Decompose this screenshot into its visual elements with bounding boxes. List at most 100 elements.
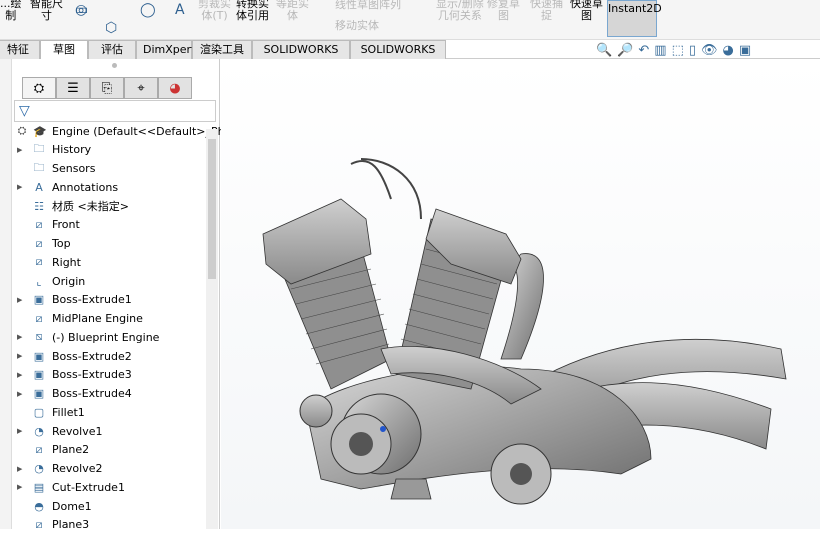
expand-icon[interactable]: ▶ — [17, 183, 22, 191]
expand-icon[interactable]: ▶ — [17, 296, 22, 304]
tree-item-label: Origin — [52, 274, 86, 288]
configuration-manager-icon: ⎘ — [101, 80, 113, 96]
tree-item-label: Right — [52, 255, 81, 269]
fm-tab[interactable]: ⌖ — [124, 77, 158, 99]
circle-icon[interactable]: ◯ — [140, 2, 156, 18]
tree-item-label: Dome1 — [52, 499, 92, 513]
previous-view-icon[interactable]: ↶ — [638, 43, 649, 58]
section-view-icon[interactable]: ▥ — [654, 43, 666, 58]
tree-scrollbar[interactable] — [206, 129, 218, 529]
heads-up-view-toolbar: 🔍 🔎 ↶ ▥ ⬚ ▯ 👁 ◕ ▣ — [596, 43, 751, 58]
display-manager-icon: ◕ — [169, 80, 181, 96]
tree-item-label: 材质 <未指定> — [52, 200, 129, 213]
ribbon-button[interactable]: 智能尺 寸 — [30, 0, 63, 22]
zoom-to-fit-icon[interactable]: 🔍 — [596, 43, 612, 58]
ribbon-button[interactable]: 显示/删除 几何关系 — [436, 0, 484, 22]
expand-icon[interactable]: ▶ — [17, 483, 22, 491]
filter-icon: ▽ — [19, 103, 30, 119]
fm-tab[interactable]: ◕ — [158, 77, 192, 99]
tree-item-label: Sensors — [52, 162, 96, 175]
sketch-icon: ⧅ — [35, 330, 43, 344]
ribbon-button[interactable]: 修复草 图 — [487, 0, 520, 22]
expand-icon[interactable]: ▶ — [17, 352, 22, 360]
tree-item-label: Plane3 — [52, 518, 90, 532]
polygon-icon[interactable]: ⬡ — [105, 20, 117, 36]
ribbon-button[interactable]: 快速草 图 — [570, 0, 603, 22]
ribbon-button[interactable]: 快速捕 捉 — [530, 0, 563, 22]
plane-icon: ⧄ — [35, 255, 43, 269]
expand-icon[interactable]: ▶ — [17, 465, 22, 473]
plane-icon: ⧄ — [35, 517, 43, 531]
tab-3[interactable]: DimXpert — [136, 40, 195, 59]
origin-icon: ⌞ — [36, 274, 42, 288]
fillet-icon: ▢ — [33, 405, 45, 419]
extrude-icon: ▣ — [33, 368, 45, 382]
panel-grip[interactable] — [112, 63, 117, 68]
expand-icon[interactable]: ▶ — [17, 146, 22, 154]
expand-icon[interactable]: ▶ — [17, 427, 22, 435]
extrude-icon: ▣ — [33, 293, 45, 307]
ribbon-button[interactable]: 剪裁实 体(T) — [198, 0, 231, 22]
graphics-area[interactable] — [221, 59, 820, 529]
hide-show-icon[interactable]: 👁 — [701, 43, 718, 58]
dome-icon: ◓ — [34, 499, 44, 513]
sensors-folder-icon: 🗀 — [33, 161, 45, 174]
material-icon: ☷ — [34, 199, 44, 213]
expand-icon[interactable]: ▶ — [17, 390, 22, 398]
tree-item-label: History — [52, 143, 92, 157]
root-label: Engine (Default<<Default>_Ph — [52, 124, 225, 138]
tree-item-label: Fillet1 — [52, 405, 85, 419]
appearance-icon[interactable]: ◕ — [723, 43, 734, 58]
revolve-icon: ◔ — [34, 462, 44, 475]
scene-icon[interactable]: ▣ — [739, 43, 751, 58]
fm-tab[interactable]: ⎘ — [90, 77, 124, 99]
expand-icon[interactable]: ▶ — [17, 333, 22, 341]
display-state-icon: 🎓 — [33, 124, 47, 138]
feature-manager-tabs: ⛭ ☰ ⎘ ⌖ ◕ — [22, 77, 192, 99]
ribbon-button[interactable]: 转换实 体引用 — [236, 0, 269, 22]
plane-icon: ⧄ — [35, 442, 43, 456]
ribbon-button[interactable]: 移动实体 — [335, 20, 379, 32]
tree-item-label: Annotations — [52, 180, 119, 194]
scrollbar-thumb[interactable] — [208, 139, 216, 279]
plane-icon: ⧄ — [35, 217, 43, 231]
command-manager-ribbon: ...绘 制智能尺 寸 剪裁实 体(T) 转换实 体引用 等距实 体 线性草图阵列 移动实… — [0, 0, 820, 40]
tree-item-label: Boss-Extrude2 — [52, 349, 132, 363]
left-task-strip — [0, 59, 12, 529]
ribbon-button[interactable]: 线性草图阵列 — [335, 0, 401, 11]
engine-model — [262, 158, 787, 505]
display-style-icon[interactable]: ▯ — [689, 43, 696, 58]
extrude-icon: ▣ — [33, 349, 45, 363]
text-icon[interactable]: A — [175, 2, 185, 18]
tree-item-label: Boss-Extrude4 — [52, 387, 132, 400]
expand-icon[interactable]: ▶ — [17, 371, 22, 379]
instant2d-button[interactable]: Instant2D — [607, 0, 662, 37]
tab-5[interactable]: SOLIDWORKS 插件 — [252, 40, 350, 74]
slot-icon[interactable]: ◎ — [75, 2, 87, 18]
extrude-icon: ▣ — [33, 387, 45, 400]
fm-tab[interactable]: ☰ — [56, 77, 90, 99]
view-orientation-icon[interactable]: ⬚ — [672, 43, 684, 58]
history-folder-icon: 🗀 — [33, 142, 45, 156]
tree-item-label: Boss-Extrude3 — [52, 368, 132, 382]
tab-2[interactable]: 评估 — [88, 40, 136, 59]
dimxpert-icon: ⌖ — [137, 80, 145, 96]
tab-6[interactable]: SOLIDWORKS MBD — [350, 40, 446, 74]
annotations-folder-icon: A — [35, 180, 43, 194]
tree-item-label: Plane2 — [52, 443, 90, 457]
tab-4[interactable]: 渲染工具 — [192, 40, 252, 59]
tab-0[interactable]: 特征 — [0, 40, 40, 59]
tab-1[interactable]: 草图 — [40, 40, 88, 59]
plane-icon: ⧄ — [35, 311, 43, 325]
cut-extrude-icon: ▤ — [33, 480, 45, 494]
fm-tab[interactable]: ⛭ — [22, 77, 56, 99]
zoom-area-icon[interactable]: 🔎 — [617, 43, 633, 58]
filter-box[interactable]: ▽ — [14, 100, 216, 122]
ribbon-button[interactable]: 等距实 体 — [276, 0, 309, 22]
tree-item-label: Revolve2 — [52, 462, 103, 475]
tree-item-label: MidPlane Engine — [52, 312, 143, 325]
ribbon-button[interactable]: ...绘 制 — [0, 0, 22, 22]
property-manager-icon: ☰ — [67, 80, 79, 96]
part-icon: ⛭ — [17, 124, 27, 137]
tree-item-label: Revolve1 — [52, 424, 103, 438]
